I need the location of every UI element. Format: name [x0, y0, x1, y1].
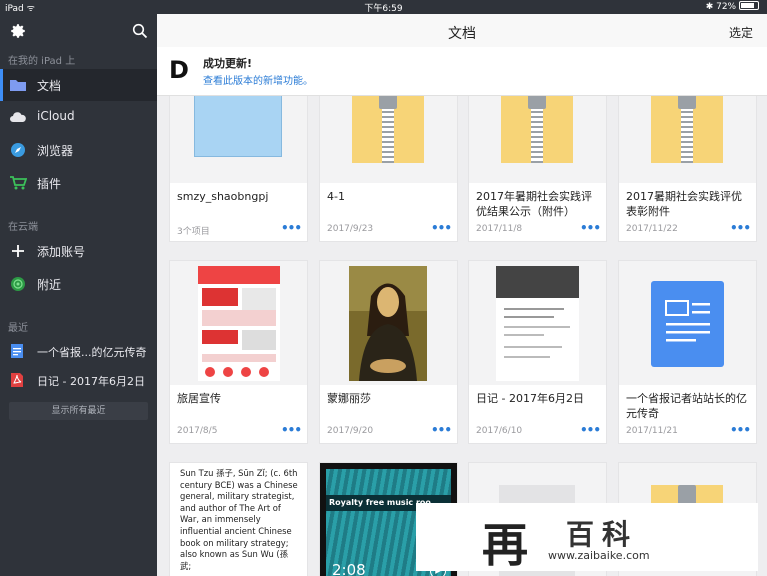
battery-indicator: ✱ 72%: [706, 1, 759, 12]
more-options-button[interactable]: •••: [281, 221, 302, 235]
file-thumbnail: Sun Tzu 孫子, Sūn Zǐ; (c. 6th century BCE)…: [170, 463, 307, 576]
sidebar-item-icloud[interactable]: iCloud: [0, 101, 157, 133]
watermark-logo: 再: [482, 518, 528, 572]
folder-icon: [10, 80, 26, 91]
banner-title: 成功更新!: [203, 57, 253, 70]
file-name: 2017年暑期社会实践评优结果公示（附件）: [476, 190, 592, 218]
update-banner[interactable]: D 成功更新! 查看此版本的新增功能。: [157, 47, 767, 96]
search-icon[interactable]: [132, 23, 148, 39]
recent-item-label: 一个省报...的亿元传奇: [37, 346, 147, 359]
more-options-button[interactable]: •••: [281, 423, 302, 437]
file-date: 2017/9/23: [327, 224, 374, 234]
file-card[interactable]: Sun Tzu 孫子, Sūn Zǐ; (c. 6th century BCE)…: [169, 462, 308, 576]
text-preview: Sun Tzu 孫子, Sūn Zǐ; (c. 6th century BCE)…: [180, 468, 298, 571]
pdf-icon: [11, 373, 23, 387]
watermark-text: 百科: [566, 518, 639, 551]
banner-link[interactable]: 查看此版本的新增功能。: [203, 72, 313, 87]
battery-icon: [739, 1, 759, 10]
main-panel: 文档 选定 D 成功更新! 查看此版本的新增功能。 smzy_shaobngpj…: [157, 14, 767, 576]
file-date: 2017/9/20: [327, 426, 374, 436]
more-options-button[interactable]: •••: [730, 423, 751, 437]
doc-icon: [11, 344, 23, 358]
poster-thumbnail: [198, 266, 280, 381]
sidebar-item-label: 插件: [37, 177, 62, 191]
sidebar-item-browser[interactable]: 浏览器: [0, 134, 157, 166]
show-all-recent-button[interactable]: 显示所有最近: [9, 402, 148, 420]
sidebar: 在我的 iPad 上 文档 iCloud 浏览器 插件 在云端 添加账号 附近 …: [0, 14, 157, 576]
file-thumbnail: [469, 261, 606, 385]
select-button[interactable]: 选定: [729, 24, 753, 41]
folder-icon: [194, 93, 282, 157]
page-title: 文档: [448, 26, 476, 42]
file-name: 蒙娜丽莎: [327, 392, 371, 405]
file-date: 2017/6/10: [476, 426, 523, 436]
clock: 下午6:59: [364, 4, 403, 14]
more-options-button[interactable]: •••: [730, 221, 751, 235]
sidebar-item-plugins[interactable]: 插件: [0, 167, 157, 199]
more-options-button[interactable]: •••: [431, 221, 452, 235]
file-card[interactable]: 一个省报记者站站长的亿元传奇 2017/11/21 •••: [618, 260, 757, 444]
sidebar-item-add-account[interactable]: 添加账号: [0, 235, 157, 267]
cart-icon: [10, 176, 27, 190]
nearby-icon: [11, 277, 25, 291]
sidebar-item-label: 浏览器: [37, 144, 74, 158]
google-doc-icon: [651, 281, 724, 367]
sidebar-item-label: 文档: [37, 79, 62, 93]
recent-item[interactable]: 一个省报...的亿元传奇: [0, 338, 157, 364]
painting-thumbnail: [349, 266, 427, 381]
sidebar-item-label: 添加账号: [37, 245, 86, 259]
file-name: 一个省报记者站站长的亿元传奇: [626, 392, 747, 420]
file-date: 2017/11/22: [626, 224, 678, 234]
watermark-url: www.zaibaike.com: [548, 549, 650, 562]
file-card[interactable]: 蒙娜丽莎 2017/9/20 •••: [319, 260, 458, 444]
sidebar-item-documents[interactable]: 文档: [0, 69, 157, 101]
section-label-cloud: 在云端: [8, 222, 38, 233]
file-name: 2017暑期社会实践评优表彰附件: [626, 190, 742, 218]
documents-logo: D: [169, 56, 189, 84]
file-date: 2017/11/8: [476, 224, 523, 234]
watermark: 再 百科 www.zaibaike.com: [416, 503, 758, 572]
cloud-icon: [10, 112, 26, 122]
recent-item-label: 日记 - 2017年6月2日: [37, 375, 145, 388]
video-duration: 2:08: [332, 561, 366, 576]
more-options-button[interactable]: •••: [431, 423, 452, 437]
section-label-recent: 最近: [8, 323, 28, 334]
more-options-button[interactable]: •••: [580, 423, 601, 437]
plus-icon: [12, 245, 24, 257]
section-label-local: 在我的 iPad 上: [8, 56, 76, 67]
compass-icon: [11, 143, 25, 157]
file-card[interactable]: 日记 - 2017年6月2日 2017/6/10 •••: [468, 260, 607, 444]
gear-icon[interactable]: [9, 22, 27, 40]
file-thumbnail: [320, 261, 457, 385]
bluetooth-icon: ✱: [705, 2, 714, 12]
file-thumbnail: [170, 261, 307, 385]
file-date: 3个项目: [177, 227, 210, 237]
status-bar: iPad ᯤ 下午6:59 ✱ 72%: [0, 0, 767, 14]
file-name: 4-1: [327, 190, 345, 203]
file-name: 日记 - 2017年6月2日: [476, 392, 584, 405]
sidebar-item-label: iCloud: [37, 109, 75, 123]
file-thumbnail: [619, 261, 756, 385]
file-date: 2017/11/21: [626, 426, 678, 436]
file-date: 2017/8/5: [177, 426, 218, 436]
file-card[interactable]: 旅居宣传 2017/8/5 •••: [169, 260, 308, 444]
sidebar-item-label: 附近: [37, 278, 62, 292]
sidebar-item-nearby[interactable]: 附近: [0, 268, 157, 300]
page-thumbnail: [496, 266, 579, 381]
file-name: smzy_shaobngpj: [177, 190, 269, 203]
nav-bar: 文档 选定: [157, 14, 767, 48]
more-options-button[interactable]: •••: [580, 221, 601, 235]
file-name: 旅居宣传: [177, 392, 221, 405]
recent-item[interactable]: 日记 - 2017年6月2日: [0, 367, 157, 393]
